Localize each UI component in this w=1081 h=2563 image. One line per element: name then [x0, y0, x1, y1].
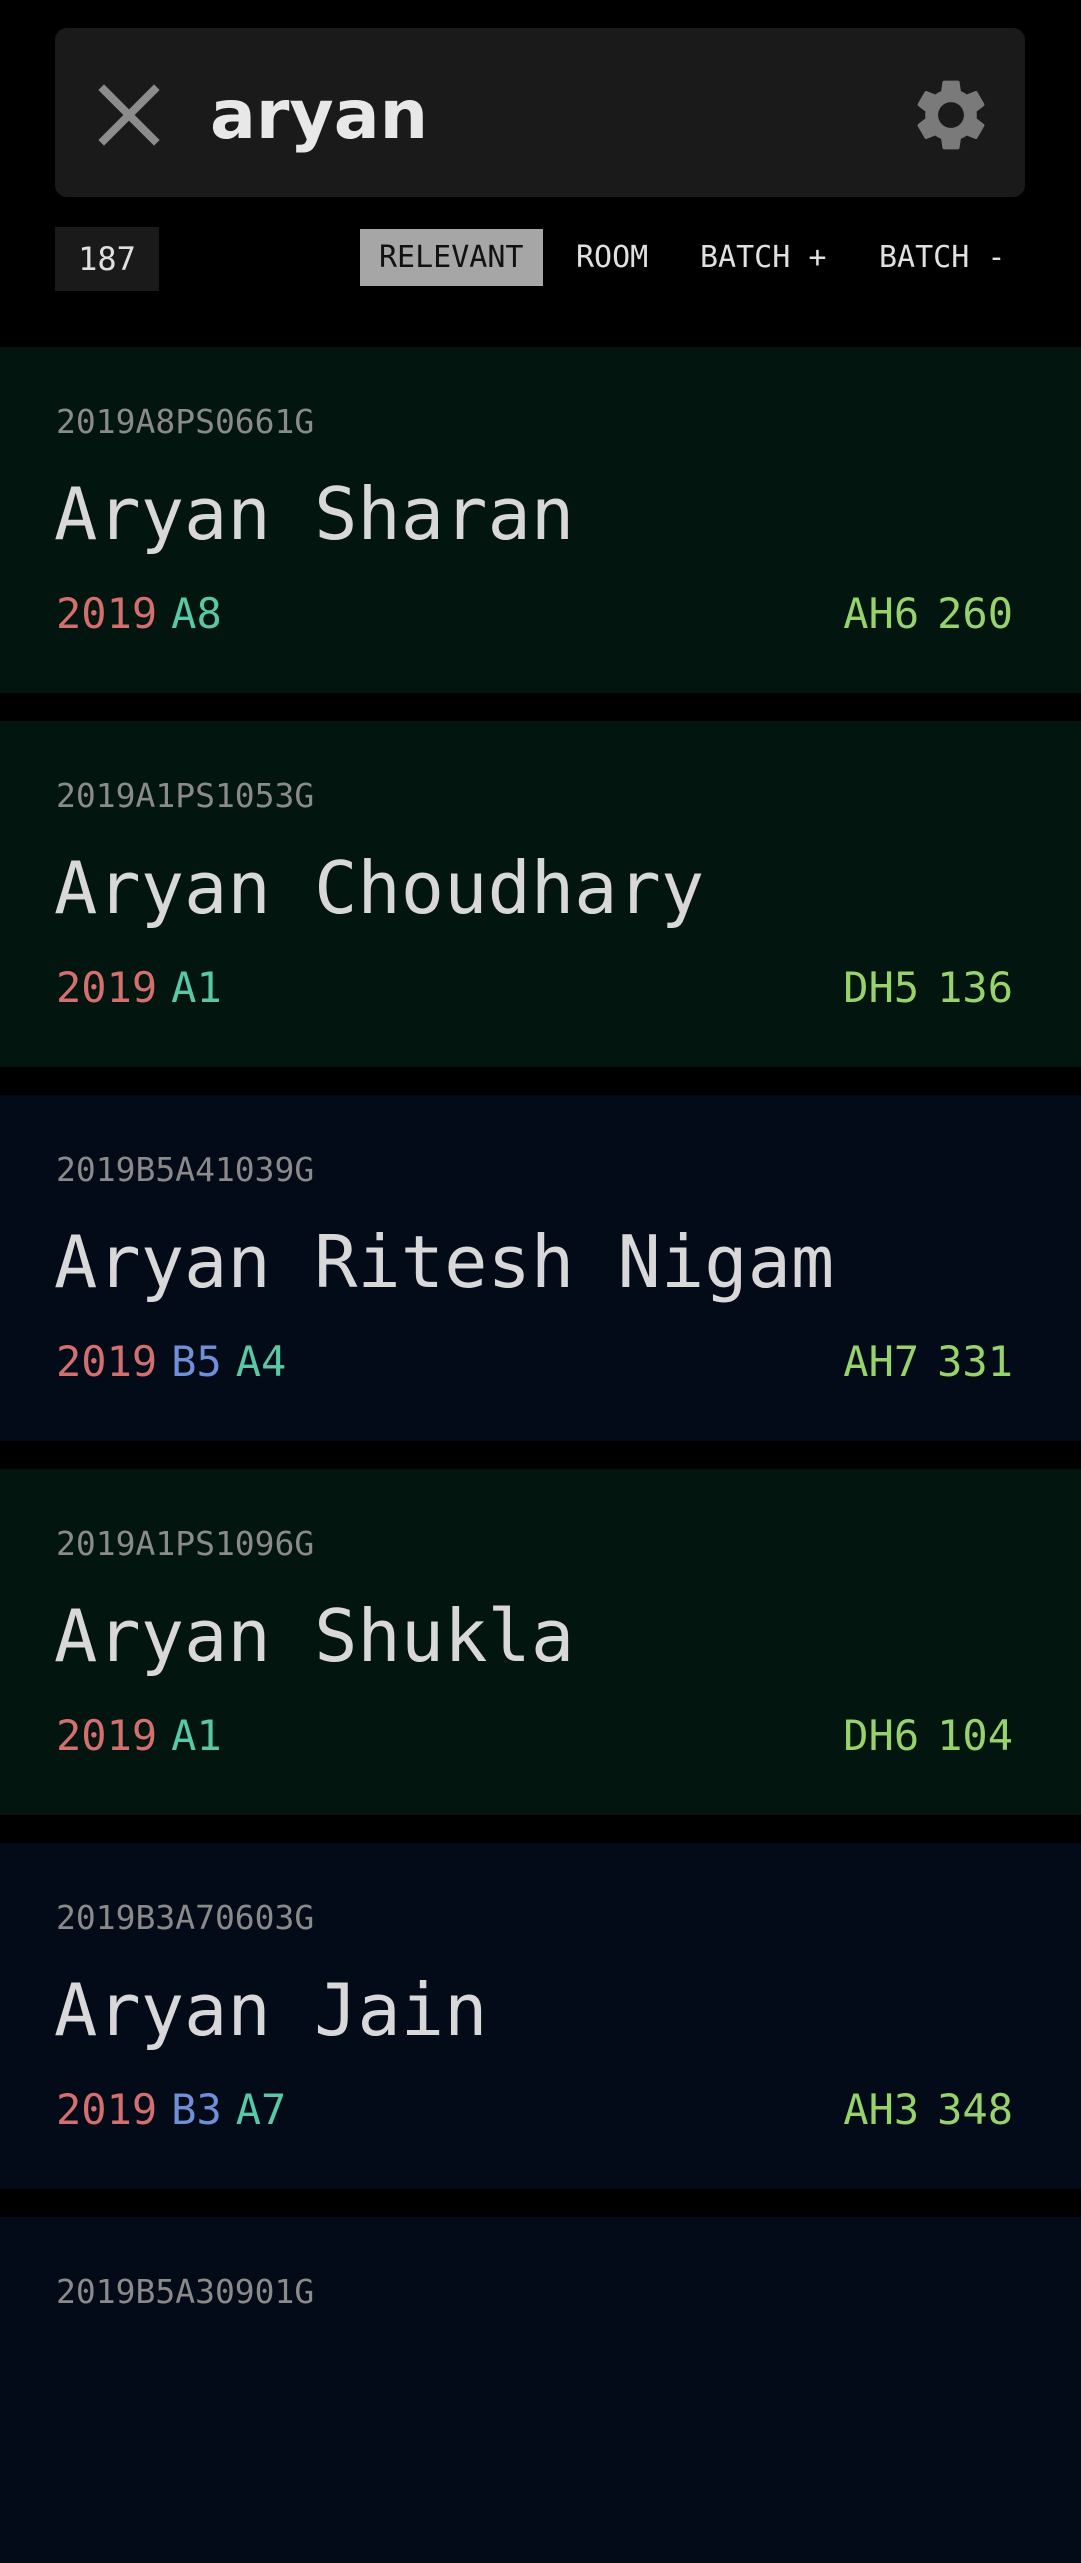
year-tag: 2019: [56, 2085, 158, 2134]
room-number: 331: [937, 1337, 1013, 1386]
result-card[interactable]: 2019A1PS1053G Aryan Choudhary 2019 A1 DH5…: [0, 721, 1081, 1067]
student-tags: 2019 A1: [56, 1711, 236, 1760]
student-id: 2019B5A30901G: [56, 2272, 315, 2311]
room-number: 260: [937, 589, 1013, 638]
program-tag: A8: [171, 589, 222, 638]
year-tag: 2019: [56, 589, 158, 638]
result-card[interactable]: 2019B5A30901G: [0, 2217, 1081, 2563]
room-info: DH6 104: [843, 1711, 1013, 1760]
room-number: 348: [937, 2085, 1013, 2134]
room-number: 136: [937, 963, 1013, 1012]
search-input[interactable]: [210, 70, 860, 160]
hostel-label: DH5: [843, 963, 920, 1012]
hostel-label: DH6: [843, 1711, 920, 1760]
student-id: 2019A1PS1053G: [56, 776, 315, 815]
student-name: Aryan Sharan: [54, 472, 575, 556]
student-id: 2019B5A41039G: [56, 1150, 315, 1189]
room-info: AH6 260: [843, 589, 1013, 638]
program-tag: A4: [235, 1337, 287, 1386]
sort-tab-batch-asc[interactable]: BATCH +: [700, 229, 826, 286]
student-tags: 2019 A1: [56, 963, 236, 1012]
dual-branch-tag: B3: [171, 2085, 222, 2134]
result-card[interactable]: 2019A1PS1096G Aryan Shukla 2019 A1 DH6 104: [0, 1469, 1081, 1815]
student-tags: 2019 B3 A7: [56, 2085, 300, 2134]
student-tags: 2019 B5 A4: [56, 1337, 300, 1386]
results-count: 187: [55, 227, 159, 291]
year-tag: 2019: [56, 963, 158, 1012]
student-id: 2019B3A70603G: [56, 1898, 315, 1937]
program-tag: A1: [171, 963, 222, 1012]
hostel-label: AH3: [843, 2085, 920, 2134]
gear-icon[interactable]: [908, 72, 994, 158]
hostel-label: AH7: [843, 1337, 920, 1386]
student-id: 2019A8PS0661G: [56, 402, 315, 441]
student-name: Aryan Ritesh Nigam: [54, 1220, 835, 1304]
sort-tab-batch-desc[interactable]: BATCH -: [879, 229, 1005, 286]
result-card[interactable]: 2019A8PS0661G Aryan Sharan 2019 A8 AH6 260: [0, 347, 1081, 693]
sort-tab-room[interactable]: ROOM: [576, 229, 648, 286]
room-info: AH3 348: [843, 2085, 1013, 2134]
hostel-label: AH6: [843, 589, 920, 638]
program-tag: A7: [235, 2085, 287, 2134]
year-tag: 2019: [56, 1337, 158, 1386]
room-number: 104: [937, 1711, 1013, 1760]
student-name: Aryan Shukla: [54, 1594, 575, 1678]
result-card[interactable]: 2019B5A41039G Aryan Ritesh Nigam 2019 B5 A…: [0, 1095, 1081, 1441]
student-name: Aryan Jain: [54, 1968, 488, 2052]
result-card[interactable]: 2019B3A70603G Aryan Jain 2019 B3 A7 AH3 348: [0, 1843, 1081, 2189]
program-tag: A1: [171, 1711, 222, 1760]
room-info: AH7 331: [843, 1337, 1013, 1386]
close-icon[interactable]: [96, 82, 162, 148]
dual-branch-tag: B5: [171, 1337, 222, 1386]
student-id: 2019A1PS1096G: [56, 1524, 315, 1563]
sort-tab-relevant[interactable]: RELEVANT: [360, 229, 543, 286]
year-tag: 2019: [56, 1711, 158, 1760]
student-tags: 2019 A8: [56, 589, 236, 638]
student-name: Aryan Choudhary: [54, 846, 705, 930]
room-info: DH5 136: [843, 963, 1013, 1012]
